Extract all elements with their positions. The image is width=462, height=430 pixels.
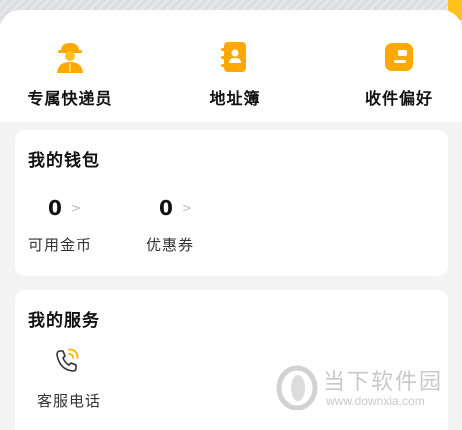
services-card: 我的服务 客服电话	[15, 290, 448, 430]
phone-call-icon	[52, 346, 82, 376]
quick-action-label: 专属快递员	[27, 89, 113, 108]
quick-action-courier[interactable]: 专属快递员	[10, 40, 130, 109]
quick-action-address-book[interactable]: 地址簿	[175, 40, 295, 109]
quick-actions-panel: 专属快递员 地址簿 收件偏好	[0, 10, 462, 122]
watermark-url: www.downxia.com	[326, 394, 425, 408]
quick-action-label: 收件偏好	[364, 89, 433, 108]
address-book-icon	[218, 40, 252, 74]
wallet-card: 我的钱包 0 > 可用金币 0 > 优惠券	[15, 130, 448, 276]
coins-value: 0	[48, 196, 62, 220]
coupons-value: 0	[159, 196, 173, 220]
courier-icon	[53, 40, 87, 74]
service-label: 客服电话	[37, 392, 102, 410]
watermark-text: 当下软件园	[323, 370, 444, 395]
wallet-title: 我的钱包	[28, 151, 100, 171]
chevron-right-icon: >	[182, 201, 193, 215]
quick-action-label: 地址簿	[209, 89, 261, 108]
package-preference-icon	[382, 40, 416, 74]
services-title: 我的服务	[28, 311, 100, 331]
chevron-right-icon: >	[71, 201, 82, 215]
coupons-label: 优惠券	[146, 236, 195, 254]
coins-label: 可用金币	[28, 236, 93, 254]
quick-action-preference[interactable]: 收件偏好	[339, 40, 459, 109]
wallet-coupons[interactable]: 0 >	[159, 196, 192, 220]
watermark-logo-icon	[275, 362, 319, 411]
wallet-coins[interactable]: 0 >	[48, 196, 81, 220]
service-customer-phone[interactable]: 客服电话	[37, 346, 101, 411]
